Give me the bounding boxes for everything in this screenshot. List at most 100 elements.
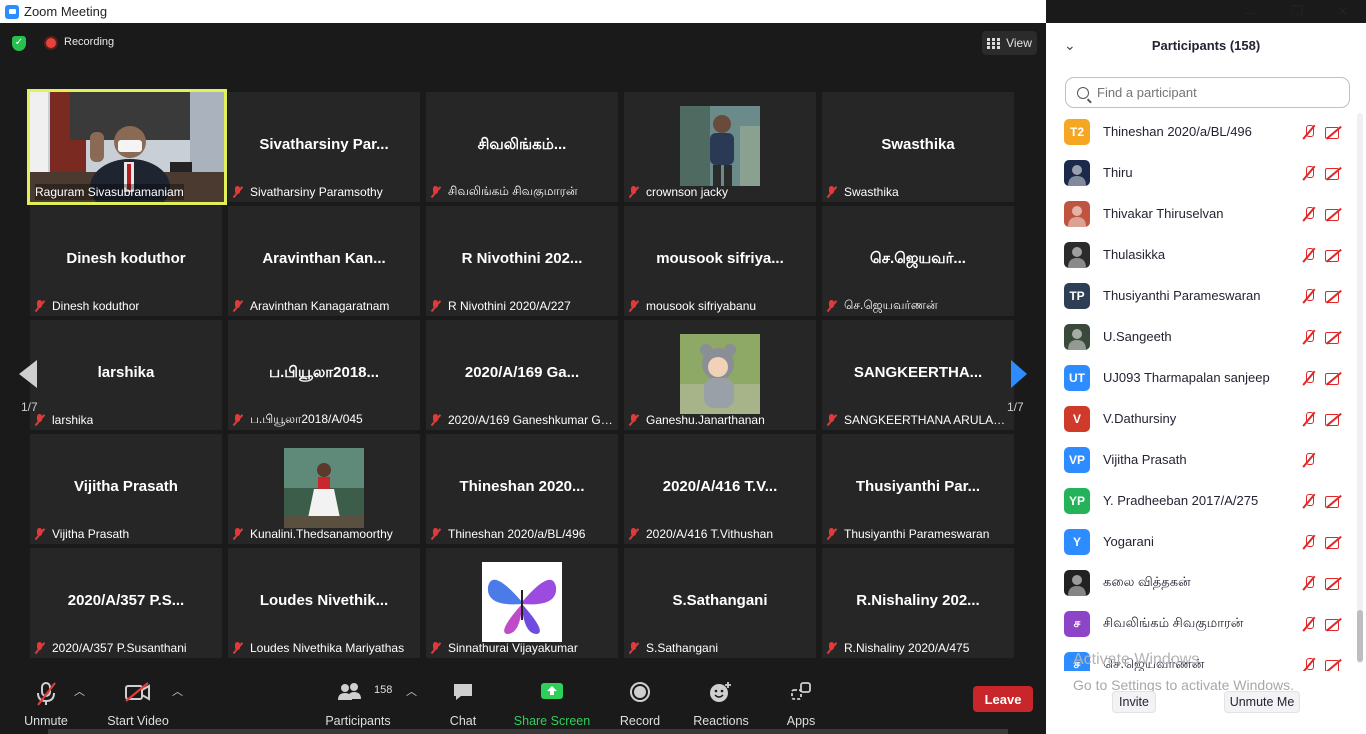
participant-search-box[interactable] bbox=[1065, 77, 1350, 108]
tile-display-name: Vijitha Prasath bbox=[74, 478, 178, 495]
participant-list-scrollbar[interactable] bbox=[1357, 113, 1363, 663]
audio-options-caret-icon[interactable]: ︿ bbox=[74, 683, 85, 699]
close-window-button[interactable]: ✕ bbox=[1320, 3, 1366, 20]
participant-tile[interactable]: ப.பியூலா2018... ப.பியூலா2018/A/045 bbox=[228, 320, 420, 430]
participant-tile[interactable]: Thineshan 2020... Thineshan 2020/a/BL/496 bbox=[426, 434, 618, 544]
security-shield-icon[interactable]: ✓ bbox=[12, 36, 26, 51]
participant-tile[interactable]: Aravinthan Kan... Aravinthan Kanagaratnam bbox=[228, 206, 420, 316]
horizontal-scrollbar[interactable] bbox=[48, 729, 1008, 734]
participant-row[interactable]: கலை வித்தகன் bbox=[1046, 562, 1356, 603]
participants-panel-title: Participants (158) bbox=[1151, 38, 1261, 53]
participant-avatar: TP bbox=[1064, 282, 1090, 309]
participant-tile[interactable]: Ganeshu.Janarthanan bbox=[624, 320, 816, 430]
participant-tile[interactable]: 2020/A/416 T.V... 2020/A/416 T.Vithushan bbox=[624, 434, 816, 544]
tile-label-text: Thineshan 2020/a/BL/496 bbox=[448, 527, 586, 541]
participant-tile[interactable]: 2020/A/357 P.S... 2020/A/357 P.Susanthani bbox=[30, 548, 222, 658]
participant-row[interactable]: VP Vijitha Prasath bbox=[1046, 439, 1356, 480]
tile-label-text: Raguram Sivasubramaniam bbox=[35, 185, 184, 199]
muted-mic-icon bbox=[1302, 370, 1316, 385]
muted-mic-icon bbox=[1302, 411, 1316, 426]
participant-tile[interactable]: Thusiyanthi Par... Thusiyanthi Parameswar… bbox=[822, 434, 1014, 544]
participant-name: Yogarani bbox=[1103, 534, 1154, 549]
tile-name-label: Swasthika bbox=[826, 184, 899, 200]
record-label: Record bbox=[619, 714, 661, 728]
participant-row[interactable]: V V.Dathursiny bbox=[1046, 398, 1356, 439]
participant-row[interactable]: U.Sangeeth bbox=[1046, 316, 1356, 357]
tile-name-label: செ.ஜெயவர்ணன் bbox=[826, 298, 938, 314]
participant-tile[interactable]: சிவலிங்கம்... சிவலிங்கம் சிவகுமாரன் bbox=[426, 92, 618, 202]
video-off-icon bbox=[1325, 125, 1343, 139]
video-off-icon bbox=[125, 682, 150, 702]
muted-mic-icon bbox=[34, 642, 46, 654]
participant-tile[interactable]: larshika larshika bbox=[30, 320, 222, 430]
tile-display-name: Dinesh koduthor bbox=[66, 250, 186, 267]
participant-row[interactable]: Thiru bbox=[1046, 152, 1356, 193]
tile-display-name: S.Sathangani bbox=[672, 592, 768, 609]
participant-name: Y. Pradheeban 2017/A/275 bbox=[1103, 493, 1259, 508]
participant-row[interactable]: UT UJ093 Tharmapalan sanjeep bbox=[1046, 357, 1356, 398]
view-button[interactable]: View bbox=[982, 31, 1037, 55]
participant-row[interactable]: YP Y. Pradheeban 2017/A/275 bbox=[1046, 480, 1356, 521]
participants-options-caret-icon[interactable]: ︿ bbox=[406, 683, 417, 699]
participant-tile[interactable]: Swasthika Swasthika bbox=[822, 92, 1014, 202]
unmute-button[interactable]: Unmute bbox=[14, 673, 78, 734]
participant-row[interactable]: Thulasikka bbox=[1046, 234, 1356, 275]
participant-tile[interactable]: R.Nishaliny 202... R.Nishaliny 2020/A/475 bbox=[822, 548, 1014, 658]
participant-row[interactable]: ச சிவலிங்கம் சிவகுமாரன் bbox=[1046, 603, 1356, 644]
participant-tile[interactable]: R Nivothini 202... R Nivothini 2020/A/227 bbox=[426, 206, 618, 316]
scrollbar-thumb[interactable] bbox=[1357, 610, 1363, 662]
profile-picture bbox=[482, 562, 562, 642]
participant-search-input[interactable] bbox=[1097, 85, 1337, 100]
reactions-button[interactable]: Reactions bbox=[690, 673, 752, 734]
tile-label-text: Swasthika bbox=[844, 185, 899, 199]
video-off-icon bbox=[1325, 166, 1343, 180]
participant-tile[interactable]: Loudes Nivethik... Loudes Nivethika Mariy… bbox=[228, 548, 420, 658]
participant-row[interactable]: TP Thusiyanthi Parameswaran bbox=[1046, 275, 1356, 316]
profile-picture bbox=[680, 334, 760, 414]
tile-name-label: Thineshan 2020/a/BL/496 bbox=[430, 526, 585, 542]
participant-tile[interactable]: mousook sifriya... mousook sifriyabanu bbox=[624, 206, 816, 316]
participant-row[interactable]: Thivakar Thiruselvan bbox=[1046, 193, 1356, 234]
unmute-me-button[interactable]: Unmute Me bbox=[1224, 691, 1300, 713]
minimize-button[interactable]: — bbox=[1228, 4, 1274, 20]
participant-row[interactable]: T2 Thineshan 2020/a/BL/496 bbox=[1046, 111, 1356, 152]
tile-display-name: Aravinthan Kan... bbox=[262, 250, 386, 267]
video-options-caret-icon[interactable]: ︿ bbox=[172, 683, 183, 699]
participant-tile[interactable]: Sinnathurai Vijayakumar bbox=[426, 548, 618, 658]
page-indicator-left: 1/7 bbox=[21, 400, 38, 414]
participant-name: கலை வித்தகன் bbox=[1103, 574, 1191, 589]
participant-tile[interactable]: Kunalini.Thedsanamoorthy bbox=[228, 434, 420, 544]
apps-button[interactable]: Apps bbox=[780, 673, 822, 734]
participants-button[interactable]: 158 Participants bbox=[322, 673, 394, 734]
participant-tile[interactable]: crownson jacky bbox=[624, 92, 816, 202]
participant-tile[interactable]: SANGKEERTHA... SANGKEERTHANA ARULANANTHAN bbox=[822, 320, 1014, 430]
leave-button[interactable]: Leave bbox=[973, 686, 1033, 712]
muted-mic-icon bbox=[628, 300, 640, 312]
muted-mic-icon bbox=[1302, 247, 1316, 262]
invite-button[interactable]: Invite bbox=[1112, 691, 1156, 713]
next-page-arrow-icon[interactable] bbox=[1011, 360, 1027, 388]
record-button[interactable]: Record bbox=[614, 673, 666, 734]
participant-tile[interactable]: Raguram Sivasubramaniam bbox=[27, 89, 227, 205]
tile-display-name: Sivatharsiny Par... bbox=[259, 136, 389, 153]
participant-tile[interactable]: Dinesh koduthor Dinesh koduthor bbox=[30, 206, 222, 316]
tile-name-label: Vijitha Prasath bbox=[34, 526, 129, 542]
participant-tile[interactable]: Sivatharsiny Par... Sivatharsiny Paramsot… bbox=[228, 92, 420, 202]
start-video-button[interactable]: Start Video bbox=[100, 673, 176, 734]
participant-tile[interactable]: Vijitha Prasath Vijitha Prasath bbox=[30, 434, 222, 544]
prev-page-arrow-icon[interactable] bbox=[19, 360, 37, 388]
participant-avatar: VP bbox=[1064, 446, 1090, 473]
muted-mic-icon bbox=[628, 528, 640, 540]
tile-name-label: S.Sathangani bbox=[628, 640, 718, 656]
chat-button[interactable]: Chat bbox=[440, 673, 486, 734]
participant-tile[interactable]: S.Sathangani S.Sathangani bbox=[624, 548, 816, 658]
share-screen-button[interactable]: Share Screen bbox=[512, 673, 592, 734]
participant-tile[interactable]: செ.ஜெயவர்... செ.ஜெயவர்ணன் bbox=[822, 206, 1014, 316]
participant-tile[interactable]: 2020/A/169 Ga... 2020/A/169 Ganeshkumar G… bbox=[426, 320, 618, 430]
muted-mic-icon bbox=[1302, 206, 1316, 221]
maximize-button[interactable]: ❐ bbox=[1274, 3, 1320, 20]
participant-row[interactable]: Y Yogarani bbox=[1046, 521, 1356, 562]
video-off-icon bbox=[1325, 658, 1343, 671]
apps-label: Apps bbox=[786, 714, 816, 728]
participant-name: Thivakar Thiruselvan bbox=[1103, 206, 1224, 221]
